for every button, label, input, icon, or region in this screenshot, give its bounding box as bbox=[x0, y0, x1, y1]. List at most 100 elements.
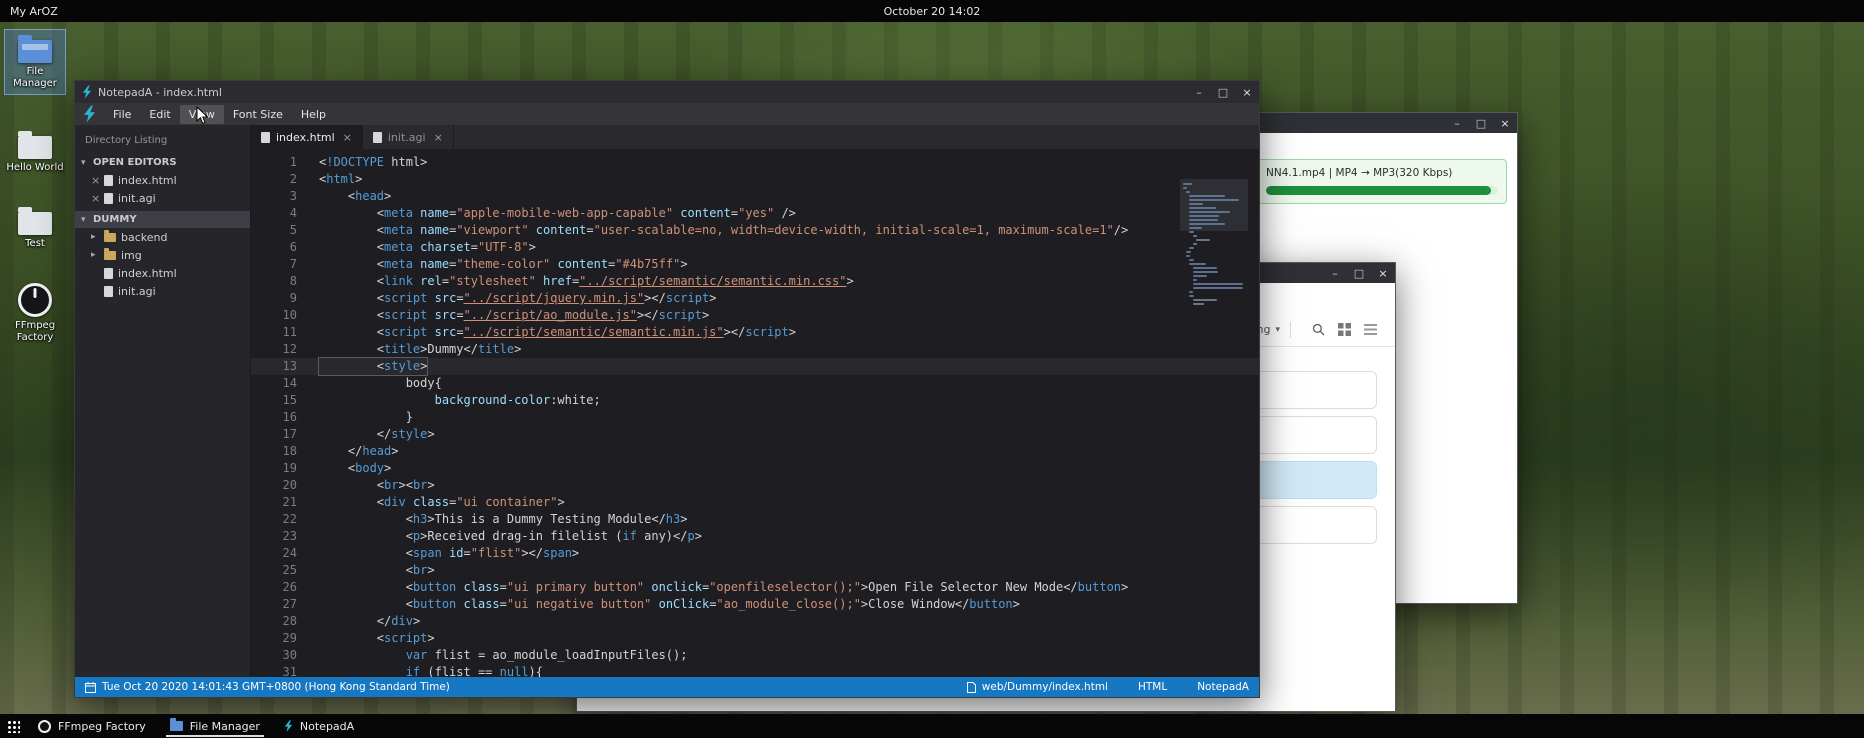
line-number: 18 bbox=[251, 443, 297, 460]
desktop-icon-hello-world[interactable]: Hello World bbox=[5, 126, 65, 178]
progress-bar-track bbox=[1266, 186, 1498, 195]
desktop-icon-file-manager[interactable]: File Manager bbox=[5, 30, 65, 94]
menu-help[interactable]: Help bbox=[292, 105, 335, 124]
close-file-icon[interactable]: × bbox=[91, 174, 99, 187]
project-folder-section[interactable]: ▾ DUMMY bbox=[75, 211, 250, 228]
file-icon bbox=[104, 175, 113, 186]
code-line[interactable]: 8 <link rel="stylesheet" href="../script… bbox=[251, 273, 1259, 290]
line-number: 24 bbox=[251, 545, 297, 562]
desktop: My ArOZ October 20 14:02 File Manager Hel… bbox=[0, 0, 1864, 738]
code-line[interactable]: 21 <div class="ui container"> bbox=[251, 494, 1259, 511]
minimap-line bbox=[1189, 263, 1205, 265]
search-icon[interactable] bbox=[1307, 319, 1329, 341]
tree-item-backend[interactable]: ▸backend bbox=[75, 228, 250, 246]
code-line[interactable]: 18 </head> bbox=[251, 443, 1259, 460]
close-file-icon[interactable]: × bbox=[91, 192, 99, 205]
aroz-menu[interactable]: My ArOZ bbox=[10, 5, 58, 18]
tab-index.html[interactable]: index.html × bbox=[251, 125, 363, 149]
menu-file[interactable]: File bbox=[104, 105, 140, 124]
menu-font-size[interactable]: Font Size bbox=[224, 105, 292, 124]
taskbar: FFmpeg FactoryFile ManagerNotepadA bbox=[0, 714, 1864, 738]
code-line[interactable]: 26 <button class="ui primary button" onc… bbox=[251, 579, 1259, 596]
code-line[interactable]: 9 <script src="../script/jquery.min.js">… bbox=[251, 290, 1259, 307]
open-editor-item[interactable]: ×index.html bbox=[75, 171, 250, 189]
code-line[interactable]: 30 var flist = ao_module_loadInputFiles(… bbox=[251, 647, 1259, 664]
code-line[interactable]: 11 <script src="../script/semantic/seman… bbox=[251, 324, 1259, 341]
minimap[interactable] bbox=[1183, 183, 1245, 677]
minimize-button[interactable]: – bbox=[1445, 113, 1469, 133]
maximize-button[interactable]: □ bbox=[1211, 81, 1235, 103]
close-button[interactable]: × bbox=[1371, 263, 1395, 283]
code-line[interactable]: 2<html> bbox=[251, 171, 1259, 188]
code-editor[interactable]: 1<!DOCTYPE html>2<html>3 <head>4 <meta n… bbox=[251, 149, 1259, 677]
open-editor-item[interactable]: ×init.agi bbox=[75, 189, 250, 207]
code-line[interactable]: 13 <style> bbox=[251, 358, 1259, 375]
code-line[interactable]: 27 <button class="ui negative button" on… bbox=[251, 596, 1259, 613]
file-explorer-sidebar: Directory Listing ▾ OPEN EDITORS ×index.… bbox=[75, 125, 251, 677]
maximize-button[interactable]: □ bbox=[1347, 263, 1371, 283]
code-line[interactable]: 15 background-color:white; bbox=[251, 392, 1259, 409]
code-line[interactable]: 19 <body> bbox=[251, 460, 1259, 477]
menu-edit[interactable]: Edit bbox=[140, 105, 179, 124]
code-line[interactable]: 6 <meta charset="UTF-8"> bbox=[251, 239, 1259, 256]
taskbar-app-ffmpeg-factory[interactable]: FFmpeg Factory bbox=[26, 714, 158, 738]
desktop-icon-test[interactable]: Test bbox=[5, 202, 65, 254]
close-tab-icon[interactable]: × bbox=[343, 131, 352, 144]
file-icon bbox=[104, 268, 113, 279]
tab-label: index.html bbox=[276, 131, 335, 144]
code-text: <html> bbox=[319, 171, 362, 188]
code-line[interactable]: 14 body{ bbox=[251, 375, 1259, 392]
grid-view-icon[interactable] bbox=[1333, 319, 1355, 341]
code-line[interactable]: 31 if (flist == null){ bbox=[251, 664, 1259, 677]
code-line[interactable]: 1<!DOCTYPE html> bbox=[251, 154, 1259, 171]
open-editors-section[interactable]: ▾ OPEN EDITORS bbox=[75, 154, 250, 171]
code-text: if (flist == null){ bbox=[319, 664, 543, 677]
window-notepada[interactable]: NotepadA - index.html –□× FileEditViewFo… bbox=[74, 80, 1260, 698]
close-button[interactable]: × bbox=[1493, 113, 1517, 133]
desktop-icon-ffmpeg-factory[interactable]: FFmpeg Factory bbox=[5, 278, 65, 348]
minimize-button[interactable]: – bbox=[1323, 263, 1347, 283]
close-tab-icon[interactable]: × bbox=[434, 131, 443, 144]
code-line[interactable]: 20 <br><br> bbox=[251, 477, 1259, 494]
code-line[interactable]: 16 } bbox=[251, 409, 1259, 426]
code-lines: 1<!DOCTYPE html>2<html>3 <head>4 <meta n… bbox=[251, 154, 1259, 677]
folder-icon bbox=[18, 40, 52, 63]
code-line[interactable]: 3 <head> bbox=[251, 188, 1259, 205]
code-line[interactable]: 17 </style> bbox=[251, 426, 1259, 443]
status-language: HTML bbox=[1138, 681, 1167, 693]
desktop-icon-label: File Manager bbox=[6, 66, 64, 90]
notepada-logo-icon bbox=[83, 105, 96, 123]
taskbar-app-notepada[interactable]: NotepadA bbox=[272, 714, 366, 738]
line-number: 8 bbox=[251, 273, 297, 290]
taskbar-app-file-manager[interactable]: File Manager bbox=[158, 714, 272, 738]
code-line[interactable]: 22 <h3>This is a Dummy Testing Module</h… bbox=[251, 511, 1259, 528]
tab-init.agi[interactable]: init.agi× bbox=[363, 125, 454, 149]
minimap-line bbox=[1186, 255, 1190, 257]
code-line[interactable]: 10 <script src="../script/ao_module.js">… bbox=[251, 307, 1259, 324]
close-button[interactable]: × bbox=[1235, 81, 1259, 103]
ffmpeg-title-bar[interactable]: –□× bbox=[1245, 113, 1517, 133]
tree-item-index.html[interactable]: index.html bbox=[75, 264, 250, 282]
code-text: } bbox=[319, 409, 413, 426]
code-line[interactable]: 29 <script> bbox=[251, 630, 1259, 647]
code-line[interactable]: 28 </div> bbox=[251, 613, 1259, 630]
list-view-icon[interactable] bbox=[1359, 319, 1381, 341]
notepada-title-bar[interactable]: NotepadA - index.html –□× bbox=[75, 81, 1259, 103]
code-line[interactable]: 5 <meta name="viewport" content="user-sc… bbox=[251, 222, 1259, 239]
minimize-button[interactable]: – bbox=[1187, 81, 1211, 103]
tree-item-init.agi[interactable]: init.agi bbox=[75, 282, 250, 300]
code-line[interactable]: 4 <meta name="apple-mobile-web-app-capab… bbox=[251, 205, 1259, 222]
code-line[interactable]: 24 <span id="flist"></span> bbox=[251, 545, 1259, 562]
power-circle-icon bbox=[38, 720, 51, 733]
start-menu-button[interactable] bbox=[0, 714, 26, 738]
code-line[interactable]: 12 <title>Dummy</title> bbox=[251, 341, 1259, 358]
code-line[interactable]: 25 <br> bbox=[251, 562, 1259, 579]
menu-view[interactable]: View bbox=[180, 105, 224, 124]
editor-tabs: index.html×init.agi× bbox=[251, 125, 1259, 149]
code-line[interactable]: 23 <p>Received drag-in filelist (if any)… bbox=[251, 528, 1259, 545]
tree-item-img[interactable]: ▸img bbox=[75, 246, 250, 264]
code-line[interactable]: 7 <meta name="theme-color" content="#4b7… bbox=[251, 256, 1259, 273]
minimap-line bbox=[1189, 203, 1203, 205]
maximize-button[interactable]: □ bbox=[1469, 113, 1493, 133]
clock: October 20 14:02 bbox=[884, 5, 981, 18]
